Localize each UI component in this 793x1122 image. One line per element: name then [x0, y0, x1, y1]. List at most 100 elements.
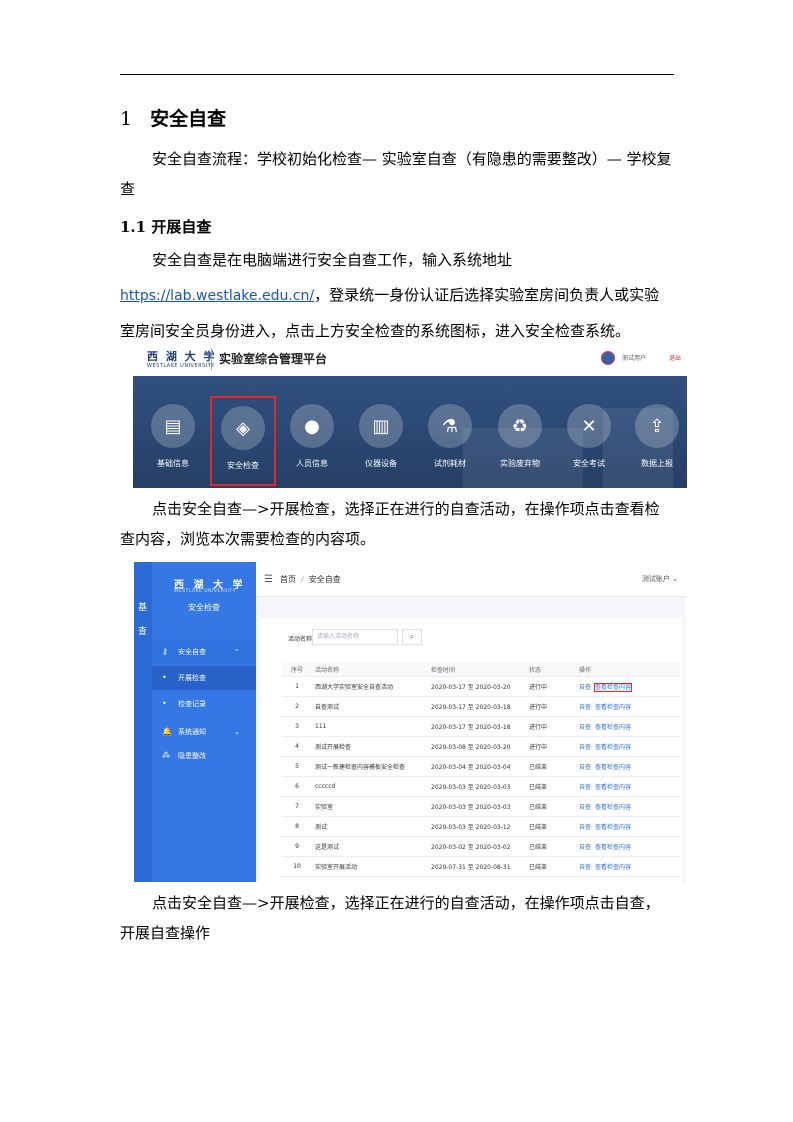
selfcheck-link[interactable]: 自查: [579, 824, 591, 831]
search-icon[interactable]: ⌕: [402, 629, 422, 645]
sidebar-item-label: 检查记录: [178, 700, 206, 708]
portal-tile-label: 基础信息: [157, 459, 189, 468]
access-text-before: 安全自查是在电脑端进行安全自查工作，输入系统地址: [152, 251, 513, 269]
portal-tile[interactable]: ✕ 安全考试: [556, 396, 622, 486]
recycle-icon: ♻: [498, 404, 542, 448]
view-paragraph: 点击安全自查—>开展检查，选择正在进行的自查活动，在操作项点击查看检查内容，浏览…: [120, 500, 660, 548]
table-cell-name: 111: [312, 716, 428, 737]
breadcrumb-current: 安全自查: [308, 575, 341, 584]
system-url-link[interactable]: https://lab.westlake.edu.cn/: [120, 288, 314, 304]
sidebar-title: 安全检查: [188, 603, 220, 612]
sidebar-item-label: 开展检查: [178, 674, 206, 682]
selfcheck-link[interactable]: 自查: [579, 724, 591, 731]
view-content-link[interactable]: 查看检查内容: [595, 784, 631, 791]
account-menu[interactable]: 测试账户 ⌄: [642, 574, 678, 584]
table-cell-time: 2020-03-08 至 2020-03-20: [428, 736, 526, 757]
rail-char[interactable]: 基: [138, 600, 147, 613]
table-cell-time: 2020-03-03 至 2020-03-12: [428, 816, 526, 837]
portal-tile-label: 安全考试: [573, 459, 605, 468]
table-cell-name: 西湖大学实验室安全自查活动: [312, 676, 428, 697]
table-cell-time: 2020-03-03 至 2020-03-03: [428, 796, 526, 817]
table-cell-ops: 自查 查看检查内容: [576, 836, 680, 857]
section-number: 1: [120, 108, 133, 130]
view-content-link[interactable]: 查看检查内容: [595, 864, 631, 871]
view-content-link[interactable]: 查看检查内容: [594, 683, 633, 692]
table-cell-state: 已结束: [526, 836, 576, 857]
side-rail: 基 查: [134, 562, 152, 882]
table-cell-no: 9: [282, 836, 312, 857]
portal-tile[interactable]: ♻ 实验废弃物: [487, 396, 553, 486]
sidebar-item[interactable]: • 检查记录: [152, 692, 256, 716]
avatar[interactable]: [601, 351, 615, 365]
sitemap-icon: ⁂: [162, 751, 170, 760]
table-cell-ops: 自查 查看检查内容: [576, 796, 680, 817]
table-cell-no: 1: [282, 676, 312, 697]
portal-tile[interactable]: ▤ 基础信息: [140, 396, 206, 486]
table-cell-no: 10: [282, 856, 312, 877]
table-row: 6 cccccd 2020-03-03 至 2020-03-03 已结束 自查 查看检查内…: [282, 776, 680, 797]
portal-tile-label: 实验废弃物: [500, 459, 540, 468]
breadcrumb-home[interactable]: 首页: [280, 575, 296, 584]
search-input[interactable]: 请输入活动名称: [312, 629, 398, 645]
dot-icon: •: [162, 699, 167, 708]
topbar: ☰ 首页 / 安全自查 测试账户 ⌄: [256, 562, 686, 597]
selfcheck-link[interactable]: 自查: [579, 704, 591, 711]
table-cell-no: 2: [282, 696, 312, 717]
portal-tile[interactable]: ⚗ 试剂耗材: [417, 396, 483, 486]
sidebar-item[interactable]: ⚷ 安全自查 ⌃: [152, 640, 256, 664]
sidebar-item[interactable]: 🔔 系统通知 ⌄: [152, 720, 256, 744]
university-logo: 西 湖 大 学: [147, 350, 217, 363]
portal-tile[interactable]: ● 人员信息: [279, 396, 345, 486]
portal-tile-label: 试剂耗材: [434, 459, 466, 468]
selfcheck-screenshot: 基 查 西 湖 大 学 WESTLAKE UNIVERSITY 安全检查 ⚷ 安全…: [134, 562, 686, 882]
view-content-link[interactable]: 查看检查内容: [595, 704, 631, 711]
portal-tile[interactable]: ▥ 仪器设备: [348, 396, 414, 486]
table-row: 9 这是测试 2020-03-02 至 2020-03-02 已结束 自查 查看检查内容: [282, 836, 680, 857]
user-menu[interactable]: 测试用户: [622, 353, 646, 362]
selfcheck-link[interactable]: 自查: [579, 684, 591, 691]
table-cell-no: 5: [282, 756, 312, 777]
view-content-link[interactable]: 查看检查内容: [595, 744, 631, 751]
view-content-link[interactable]: 查看检查内容: [595, 804, 631, 811]
selfcheck-link[interactable]: 自查: [579, 804, 591, 811]
table-cell-no: 3: [282, 716, 312, 737]
selfcheck-link[interactable]: 自查: [579, 744, 591, 751]
view-content-link[interactable]: 查看检查内容: [595, 844, 631, 851]
view-content-link[interactable]: 查看检查内容: [595, 724, 631, 731]
table-cell-no: 7: [282, 796, 312, 817]
selfcheck-link[interactable]: 自查: [579, 864, 591, 871]
header-rule: [120, 74, 674, 75]
exit-link[interactable]: 退出: [669, 353, 681, 362]
table-cell-ops: 自查 查看检查内容: [576, 856, 680, 877]
portal-tile[interactable]: ◈ 安全检查: [210, 396, 276, 486]
table-cell-time: 2020-03-02 至 2020-03-02: [428, 836, 526, 857]
selfcheck-link[interactable]: 自查: [579, 764, 591, 771]
table-cell-time: 2020-03-04 至 2020-03-04: [428, 756, 526, 777]
selfcheck-link[interactable]: 自查: [579, 844, 591, 851]
logo-divider: [211, 348, 212, 370]
menu-toggle-icon[interactable]: ☰: [264, 574, 273, 585]
shield-icon: ◈: [221, 406, 265, 450]
rail-char[interactable]: 查: [138, 624, 147, 637]
table-cell-no: 8: [282, 816, 312, 837]
table-cell-no: 4: [282, 736, 312, 757]
table-cell-name: 实验室开展活动: [312, 856, 428, 877]
table-cell-time: 2020-03-17 至 2020-03-18: [428, 716, 526, 737]
table-row: 10 实验室开展活动 2020-07-31 至 2020-08-31 已结束 自查 查看检…: [282, 856, 680, 877]
table-row: 8 测试 2020-03-03 至 2020-03-12 已结束 自查 查看检查内容: [282, 816, 680, 837]
activity-table: 序号 活动名称 检查时间 状态 操作 1 西湖大学实验室安全自查活动 2020-03-17 …: [282, 662, 680, 877]
portal-tile[interactable]: ⇪ 数据上报: [624, 396, 687, 486]
view-content-link[interactable]: 查看检查内容: [595, 824, 631, 831]
table-cell-name: 测试一新建检查内容模板安全检查: [312, 756, 428, 777]
table-cell-ops: 自查 查看检查内容: [576, 756, 680, 777]
view-content-link[interactable]: 查看检查内容: [595, 764, 631, 771]
table-header-cell: 操作: [576, 662, 680, 677]
sidebar-item[interactable]: ⁂ 隐患整改: [152, 744, 256, 768]
table-header-cell: 状态: [526, 662, 576, 677]
content-panel: 活动名称 请输入活动名称 ⌕ 序号 活动名称 检查时间 状态 操作 1 西湖大学实验室安全…: [260, 618, 682, 882]
table-cell-ops: 自查 查看检查内容: [576, 696, 680, 717]
portal-header: 西 湖 大 学 WESTLAKE UNIVERSITY 实验室综合管理平台 测试…: [133, 342, 687, 377]
sidebar-item[interactable]: • 开展检查: [152, 666, 256, 690]
key-icon: ⚷: [162, 647, 168, 656]
selfcheck-link[interactable]: 自查: [579, 784, 591, 791]
